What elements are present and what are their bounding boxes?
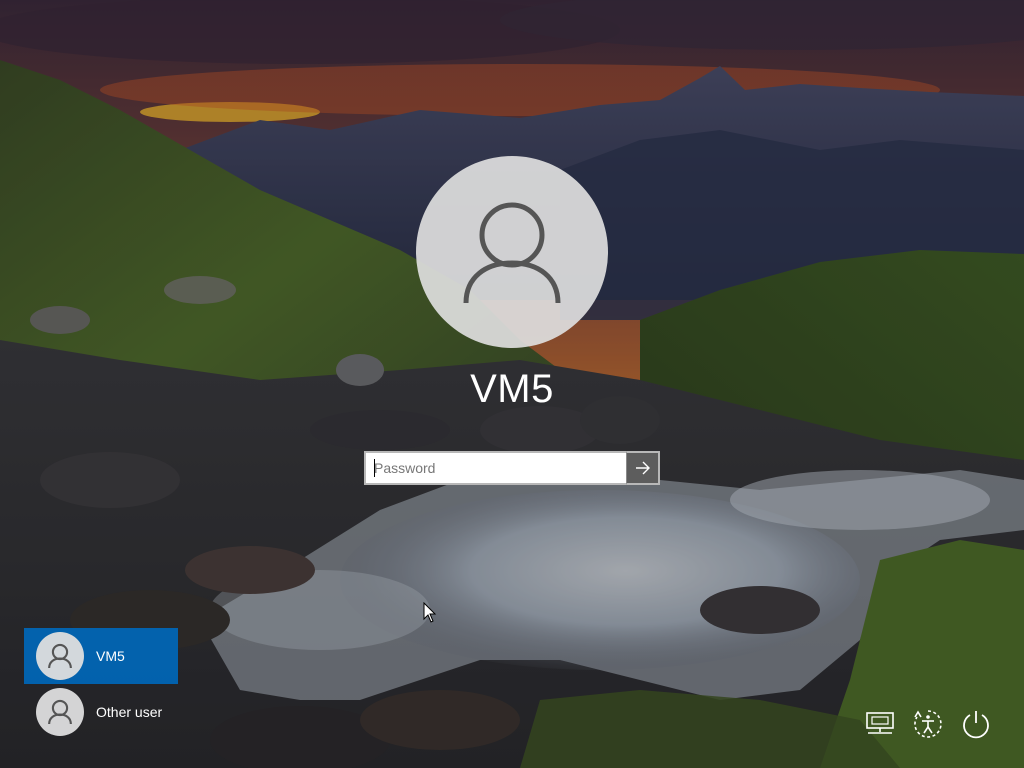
user-avatar-small: [36, 632, 84, 680]
lock-screen: VM5 VM5 Other user: [0, 0, 1024, 768]
password-input[interactable]: [364, 451, 626, 485]
ease-of-access-icon: [914, 710, 942, 738]
ease-of-access-button[interactable]: [908, 704, 948, 744]
text-caret: [374, 459, 375, 477]
account-name: VM5: [470, 367, 554, 411]
arrow-right-icon: [635, 461, 650, 475]
user-avatar-small: [36, 688, 84, 736]
network-icon: [866, 712, 894, 734]
power-button[interactable]: [956, 704, 996, 744]
user-list-item-vm5[interactable]: VM5: [24, 628, 178, 684]
user-list-label: Other user: [96, 704, 163, 720]
user-icon: [48, 643, 72, 669]
power-icon: [963, 711, 989, 739]
user-avatar-large: [416, 156, 608, 348]
user-icon: [48, 699, 72, 725]
mouse-pointer-icon: [423, 602, 437, 623]
user-list-label: VM5: [96, 648, 125, 664]
submit-arrow-button[interactable]: [626, 451, 660, 485]
network-button[interactable]: [860, 704, 900, 744]
password-box: [364, 451, 660, 485]
user-icon: [463, 202, 561, 304]
user-list-item-other-user[interactable]: Other user: [24, 684, 178, 740]
